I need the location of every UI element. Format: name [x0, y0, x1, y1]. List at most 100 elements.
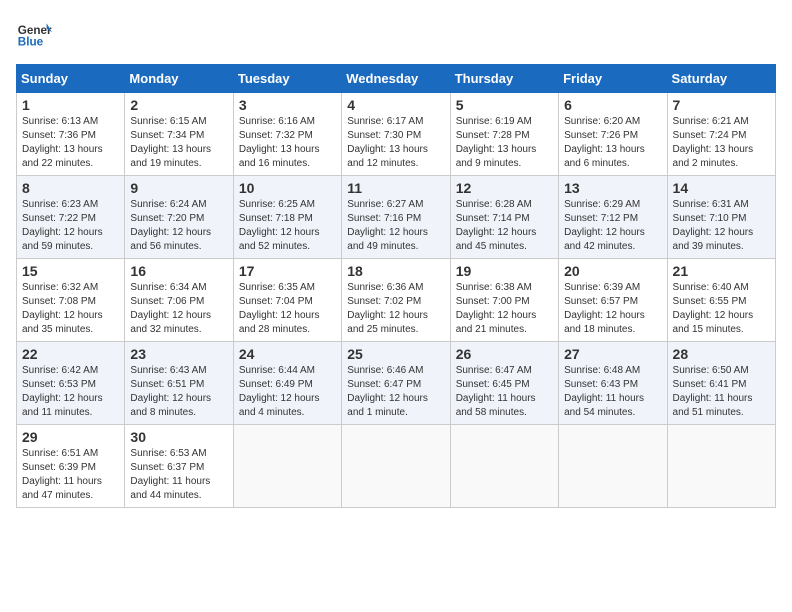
calendar-cell: 28Sunrise: 6:50 AM Sunset: 6:41 PM Dayli…: [667, 342, 775, 425]
day-number: 10: [239, 180, 336, 196]
day-number: 23: [130, 346, 227, 362]
calendar-cell: 30Sunrise: 6:53 AM Sunset: 6:37 PM Dayli…: [125, 425, 233, 508]
cell-info: Sunrise: 6:34 AM Sunset: 7:06 PM Dayligh…: [130, 281, 227, 337]
day-number: 2: [130, 97, 227, 113]
calendar-row: 1Sunrise: 6:13 AM Sunset: 7:36 PM Daylig…: [17, 93, 776, 176]
cell-info: Sunrise: 6:36 AM Sunset: 7:02 PM Dayligh…: [347, 281, 444, 337]
day-number: 28: [673, 346, 770, 362]
day-number: 25: [347, 346, 444, 362]
calendar-cell: 11 Sunrise: 6:27 AM Sunset: 7:16 PM Dayli…: [342, 176, 450, 259]
cell-info: Sunrise: 6:47 AM Sunset: 6:45 PM Dayligh…: [456, 364, 553, 420]
day-number: 29: [22, 429, 119, 445]
calendar-cell: [233, 425, 341, 508]
column-header-saturday: Saturday: [667, 65, 775, 93]
cell-info: Sunrise: 6:20 AM Sunset: 7:26 PM Dayligh…: [564, 115, 661, 171]
cell-info: Sunrise: 6:29 AM Sunset: 7:12 PM Dayligh…: [564, 198, 661, 254]
day-number: 5: [456, 97, 553, 113]
day-number: 3: [239, 97, 336, 113]
cell-info: Sunrise: 6:42 AM Sunset: 6:53 PM Dayligh…: [22, 364, 119, 420]
day-number: 21: [673, 263, 770, 279]
cell-info: Sunrise: 6:24 AM Sunset: 7:20 PM Dayligh…: [130, 198, 227, 254]
calendar-row: 8 Sunrise: 6:23 AM Sunset: 7:22 PM Daylig…: [17, 176, 776, 259]
calendar-cell: 18 Sunrise: 6:36 AM Sunset: 7:02 PM Dayli…: [342, 259, 450, 342]
cell-info: Sunrise: 6:23 AM Sunset: 7:22 PM Dayligh…: [22, 198, 119, 254]
cell-info: Sunrise: 6:48 AM Sunset: 6:43 PM Dayligh…: [564, 364, 661, 420]
header-row: SundayMondayTuesdayWednesdayThursdayFrid…: [17, 65, 776, 93]
calendar-cell: [667, 425, 775, 508]
column-header-wednesday: Wednesday: [342, 65, 450, 93]
column-header-friday: Friday: [559, 65, 667, 93]
calendar-cell: 22 Sunrise: 6:42 AM Sunset: 6:53 PM Dayli…: [17, 342, 125, 425]
cell-info: Sunrise: 6:43 AM Sunset: 6:51 PM Dayligh…: [130, 364, 227, 420]
day-number: 13: [564, 180, 661, 196]
calendar-cell: 2 Sunrise: 6:15 AM Sunset: 7:34 PM Daylig…: [125, 93, 233, 176]
logo: General Blue: [16, 16, 52, 52]
day-number: 26: [456, 346, 553, 362]
day-number: 8: [22, 180, 119, 196]
cell-info: Sunrise: 6:28 AM Sunset: 7:14 PM Dayligh…: [456, 198, 553, 254]
cell-info: Sunrise: 6:27 AM Sunset: 7:16 PM Dayligh…: [347, 198, 444, 254]
calendar-cell: 10 Sunrise: 6:25 AM Sunset: 7:18 PM Dayli…: [233, 176, 341, 259]
day-number: 15: [22, 263, 119, 279]
day-number: 30: [130, 429, 227, 445]
svg-text:Blue: Blue: [18, 36, 44, 49]
page-header: General Blue: [16, 16, 776, 52]
calendar-cell: 23 Sunrise: 6:43 AM Sunset: 6:51 PM Dayli…: [125, 342, 233, 425]
column-header-monday: Monday: [125, 65, 233, 93]
calendar-cell: 16 Sunrise: 6:34 AM Sunset: 7:06 PM Dayli…: [125, 259, 233, 342]
calendar-row: 22 Sunrise: 6:42 AM Sunset: 6:53 PM Dayli…: [17, 342, 776, 425]
calendar-cell: 1Sunrise: 6:13 AM Sunset: 7:36 PM Daylig…: [17, 93, 125, 176]
calendar-cell: 26 Sunrise: 6:47 AM Sunset: 6:45 PM Dayli…: [450, 342, 558, 425]
cell-info: Sunrise: 6:32 AM Sunset: 7:08 PM Dayligh…: [22, 281, 119, 337]
calendar-cell: [342, 425, 450, 508]
cell-info: Sunrise: 6:35 AM Sunset: 7:04 PM Dayligh…: [239, 281, 336, 337]
day-number: 9: [130, 180, 227, 196]
calendar-cell: 13 Sunrise: 6:29 AM Sunset: 7:12 PM Dayli…: [559, 176, 667, 259]
cell-info: Sunrise: 6:25 AM Sunset: 7:18 PM Dayligh…: [239, 198, 336, 254]
day-number: 20: [564, 263, 661, 279]
day-number: 19: [456, 263, 553, 279]
calendar-cell: 20Sunrise: 6:39 AM Sunset: 6:57 PM Dayli…: [559, 259, 667, 342]
cell-info: Sunrise: 6:31 AM Sunset: 7:10 PM Dayligh…: [673, 198, 770, 254]
day-number: 17: [239, 263, 336, 279]
calendar-cell: 21Sunrise: 6:40 AM Sunset: 6:55 PM Dayli…: [667, 259, 775, 342]
day-number: 1: [22, 97, 119, 113]
calendar-cell: 9 Sunrise: 6:24 AM Sunset: 7:20 PM Daylig…: [125, 176, 233, 259]
calendar-cell: [450, 425, 558, 508]
day-number: 14: [673, 180, 770, 196]
day-number: 6: [564, 97, 661, 113]
calendar-table: SundayMondayTuesdayWednesdayThursdayFrid…: [16, 64, 776, 508]
calendar-cell: 7 Sunrise: 6:21 AM Sunset: 7:24 PM Daylig…: [667, 93, 775, 176]
day-number: 11: [347, 180, 444, 196]
day-number: 22: [22, 346, 119, 362]
day-number: 16: [130, 263, 227, 279]
cell-info: Sunrise: 6:19 AM Sunset: 7:28 PM Dayligh…: [456, 115, 553, 171]
calendar-cell: 29 Sunrise: 6:51 AM Sunset: 6:39 PM Dayli…: [17, 425, 125, 508]
calendar-cell: 3 Sunrise: 6:16 AM Sunset: 7:32 PM Daylig…: [233, 93, 341, 176]
calendar-row: 29 Sunrise: 6:51 AM Sunset: 6:39 PM Dayli…: [17, 425, 776, 508]
day-number: 27: [564, 346, 661, 362]
calendar-cell: 27 Sunrise: 6:48 AM Sunset: 6:43 PM Dayli…: [559, 342, 667, 425]
day-number: 12: [456, 180, 553, 196]
column-header-tuesday: Tuesday: [233, 65, 341, 93]
calendar-cell: 8 Sunrise: 6:23 AM Sunset: 7:22 PM Daylig…: [17, 176, 125, 259]
cell-info: Sunrise: 6:16 AM Sunset: 7:32 PM Dayligh…: [239, 115, 336, 171]
day-number: 18: [347, 263, 444, 279]
calendar-cell: [559, 425, 667, 508]
cell-info: Sunrise: 6:21 AM Sunset: 7:24 PM Dayligh…: [673, 115, 770, 171]
day-number: 4: [347, 97, 444, 113]
calendar-cell: 4Sunrise: 6:17 AM Sunset: 7:30 PM Daylig…: [342, 93, 450, 176]
cell-info: Sunrise: 6:51 AM Sunset: 6:39 PM Dayligh…: [22, 447, 119, 503]
calendar-cell: 6 Sunrise: 6:20 AM Sunset: 7:26 PM Daylig…: [559, 93, 667, 176]
cell-info: Sunrise: 6:46 AM Sunset: 6:47 PM Dayligh…: [347, 364, 444, 420]
calendar-cell: 24Sunrise: 6:44 AM Sunset: 6:49 PM Dayli…: [233, 342, 341, 425]
day-number: 7: [673, 97, 770, 113]
calendar-cell: 14 Sunrise: 6:31 AM Sunset: 7:10 PM Dayli…: [667, 176, 775, 259]
calendar-cell: 12 Sunrise: 6:28 AM Sunset: 7:14 PM Dayli…: [450, 176, 558, 259]
cell-info: Sunrise: 6:15 AM Sunset: 7:34 PM Dayligh…: [130, 115, 227, 171]
calendar-cell: 17 Sunrise: 6:35 AM Sunset: 7:04 PM Dayli…: [233, 259, 341, 342]
cell-info: Sunrise: 6:38 AM Sunset: 7:00 PM Dayligh…: [456, 281, 553, 337]
calendar-cell: 15 Sunrise: 6:32 AM Sunset: 7:08 PM Dayli…: [17, 259, 125, 342]
calendar-cell: 25 Sunrise: 6:46 AM Sunset: 6:47 PM Dayli…: [342, 342, 450, 425]
calendar-cell: 19 Sunrise: 6:38 AM Sunset: 7:00 PM Dayli…: [450, 259, 558, 342]
